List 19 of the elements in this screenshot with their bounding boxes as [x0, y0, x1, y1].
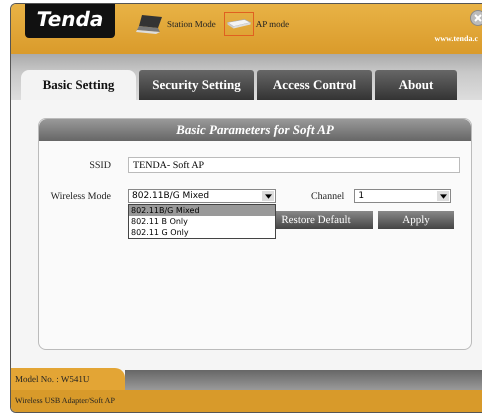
channel-select[interactable]: 1	[354, 189, 452, 203]
tab[interactable]: Basic Setting	[21, 70, 136, 100]
panel-title: Basic Parameters for Soft AP	[39, 119, 471, 141]
mode-option[interactable]: Station Mode	[167, 19, 216, 29]
field-label: Wireless Mode	[50, 190, 111, 202]
ssid-field[interactable]: TENDA- Soft AP	[128, 157, 460, 173]
field-label: SSID	[88, 160, 111, 170]
model-number: Model No. : W541U	[11, 368, 125, 390]
dropdown-option[interactable]: 802.11B/G Mixed	[129, 205, 275, 216]
tab[interactable]: Security Setting	[139, 70, 254, 100]
dropdown-option[interactable]: 802.11 G Only	[129, 227, 275, 238]
field-label: Channel	[311, 190, 344, 202]
brand-logo: Tenda	[25, 4, 115, 38]
mode-option[interactable]: AP mode	[256, 19, 290, 29]
product-description: Wireless USB Adapter/Soft AP	[15, 396, 115, 405]
tab[interactable]: Access Control	[257, 70, 372, 100]
apply-button[interactable]: Apply	[378, 211, 454, 229]
tab[interactable]: About	[375, 70, 457, 100]
wireless-mode-select[interactable]: 802.11B/G Mixed	[128, 189, 276, 203]
